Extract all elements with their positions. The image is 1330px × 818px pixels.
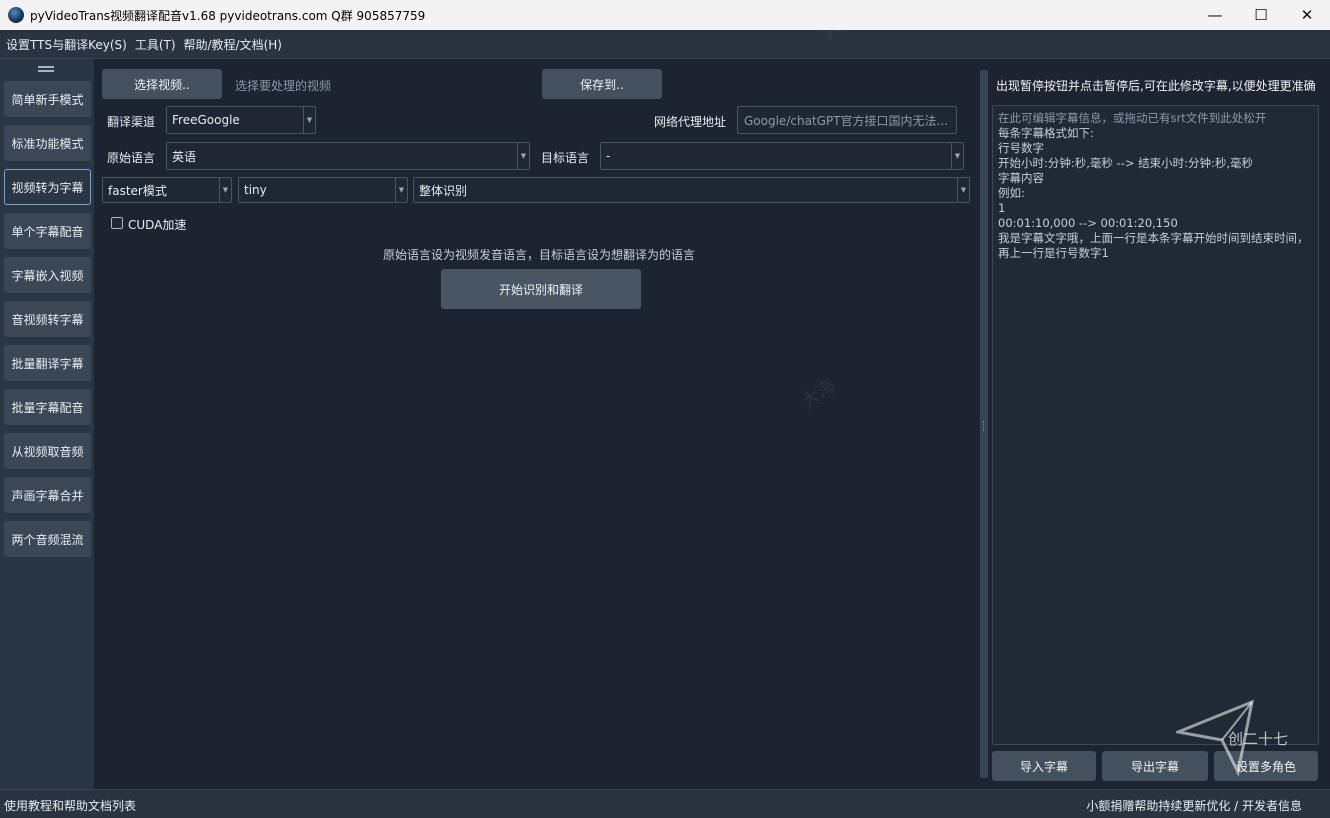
- sidebar-item-embed-subtitle[interactable]: 字幕嵌入视频: [4, 257, 91, 293]
- sidebar-item-video-to-subtitle[interactable]: 视频转为字幕: [4, 169, 91, 205]
- translate-channel-label: 翻译渠道: [107, 115, 156, 129]
- cuda-checkbox[interactable]: [111, 217, 123, 229]
- window-title: pyVideoTrans视频翻译配音v1.68 pyvideotrans.com…: [30, 8, 426, 23]
- select-video-button[interactable]: 选择视频..: [102, 69, 222, 99]
- editor-line: 开始小时:分钟:秒,毫秒 --> 结束小时:分钟:秒,毫秒: [998, 156, 1254, 170]
- subtitle-editor[interactable]: 在此可编辑字幕信息，或拖动已有srt文件到此处松开 每条字幕格式如下: 行号数字…: [992, 105, 1319, 745]
- close-button[interactable]: ✕: [1284, 0, 1330, 30]
- menu-bar: 设置TTS与翻译Key(S) 工具(T) 帮助/教程/文档(H): [0, 30, 1330, 59]
- app-logo-icon: [8, 7, 24, 23]
- proxy-input[interactable]: Google/chatGPT官方接口国内无法...: [737, 106, 957, 134]
- language-tip: 原始语言设为视频发音语言，目标语言设为想翻译为的语言: [383, 248, 696, 262]
- sidebar-item-av-to-subtitle[interactable]: 音视频转字幕: [4, 301, 91, 337]
- translate-channel-select[interactable]: FreeGoogle ▼: [166, 106, 316, 134]
- editor-line: 每条字幕格式如下:: [998, 126, 1094, 140]
- model-select[interactable]: tiny ▼: [238, 177, 408, 203]
- recognition-type-value: 整体识别: [419, 183, 468, 198]
- chevron-down-icon: ▼: [951, 143, 963, 169]
- target-language-label: 目标语言: [541, 151, 590, 165]
- source-language-label: 原始语言: [107, 151, 156, 165]
- recognition-mode-select[interactable]: faster模式 ▼: [102, 177, 232, 203]
- model-value: tiny: [244, 183, 267, 197]
- save-to-button[interactable]: 保存到..: [542, 69, 662, 99]
- sidebar: 简单新手模式 标准功能模式 视频转为字幕 单个字幕配音 字幕嵌入视频 音视频转字…: [0, 59, 94, 789]
- editor-placeholder: 在此可编辑字幕信息，或拖动已有srt文件到此处松开: [998, 111, 1267, 125]
- minimize-button[interactable]: —: [1192, 0, 1238, 30]
- sidebar-item-batch-translate[interactable]: 批量翻译字幕: [4, 345, 91, 381]
- subtitle-panel-title: 出现暂停按钮并点击暂停后,可在此修改字幕,以便处理更准确: [996, 79, 1316, 93]
- menu-tools[interactable]: 工具(T): [135, 36, 176, 53]
- chevron-down-icon: ▼: [395, 178, 407, 202]
- window-controls: — ☐ ✕: [1192, 0, 1330, 30]
- menu-help[interactable]: 帮助/教程/文档(H): [184, 36, 282, 53]
- target-language-value: -: [606, 149, 611, 163]
- menu-settings[interactable]: 设置TTS与翻译Key(S): [6, 36, 127, 53]
- export-subtitle-button[interactable]: 导出字幕: [1102, 751, 1208, 781]
- panel-splitter[interactable]: [976, 59, 992, 789]
- subtitle-panel: 出现暂停按钮并点击暂停后,可在此修改字幕,以便处理更准确 在此可编辑字幕信息，或…: [992, 59, 1330, 789]
- maximize-button[interactable]: ☐: [1238, 0, 1284, 30]
- select-video-hint: 选择要处理的视频: [235, 79, 332, 93]
- sidebar-item-standard-mode[interactable]: 标准功能模式: [4, 125, 91, 161]
- editor-line: 1: [998, 201, 1006, 215]
- start-recognize-translate-button[interactable]: 开始识别和翻译: [441, 269, 641, 309]
- chevron-down-icon: ▼: [517, 143, 529, 169]
- help-docs-link[interactable]: 使用教程和帮助文档列表: [4, 797, 136, 814]
- translate-channel-value: FreeGoogle: [172, 113, 240, 127]
- target-language-select[interactable]: - ▼: [600, 142, 964, 170]
- donate-developer-link[interactable]: 小额捐赠帮助持续更新优化 / 开发者信息: [1086, 797, 1302, 814]
- status-bar: 使用教程和帮助文档列表 小额捐赠帮助持续更新优化 / 开发者信息: [0, 789, 1330, 818]
- title-bar: pyVideoTrans视频翻译配音v1.68 pyvideotrans.com…: [0, 0, 1330, 30]
- main-panel: 选择视频.. 选择要处理的视频 保存到.. 翻译渠道 FreeGoogle ▼ …: [94, 59, 976, 789]
- chevron-down-icon: ▼: [303, 107, 315, 133]
- sidebar-item-mix-audio[interactable]: 两个音频混流: [4, 521, 91, 557]
- sidebar-item-merge-av-subtitle[interactable]: 声画字幕合并: [4, 477, 91, 513]
- editor-line: 00:01:10,000 --> 00:01:20,150: [998, 216, 1178, 230]
- sidebar-item-subtitle-dubbing[interactable]: 单个字幕配音: [4, 213, 91, 249]
- editor-line: 行号数字: [998, 141, 1044, 155]
- sidebar-item-extract-audio[interactable]: 从视频取音频: [4, 433, 91, 469]
- import-subtitle-button[interactable]: 导入字幕: [992, 751, 1096, 781]
- source-language-value: 英语: [172, 149, 197, 164]
- editor-line: 字幕内容: [998, 171, 1044, 185]
- splitter-handle-icon[interactable]: [983, 421, 985, 431]
- recognition-type-select[interactable]: 整体识别 ▼: [413, 177, 970, 203]
- cuda-label[interactable]: CUDA加速: [128, 216, 186, 233]
- proxy-label: 网络代理地址: [654, 115, 727, 129]
- sidebar-grip-icon[interactable]: [38, 66, 54, 72]
- multi-role-button[interactable]: 设置多角色: [1214, 751, 1318, 781]
- editor-line: 我是字幕文字哦，上面一行是本条字幕开始时间到结束时间，再上一行是行号数字1: [998, 231, 1309, 260]
- source-language-select[interactable]: 英语 ▼: [166, 142, 530, 170]
- sidebar-item-batch-dubbing[interactable]: 批量字幕配音: [4, 389, 91, 425]
- recognition-mode-value: faster模式: [108, 183, 167, 198]
- chevron-down-icon: ▼: [957, 178, 969, 202]
- sidebar-item-simple-mode[interactable]: 简单新手模式: [4, 81, 91, 117]
- chevron-down-icon: ▼: [219, 178, 231, 202]
- editor-line: 例如:: [998, 186, 1025, 200]
